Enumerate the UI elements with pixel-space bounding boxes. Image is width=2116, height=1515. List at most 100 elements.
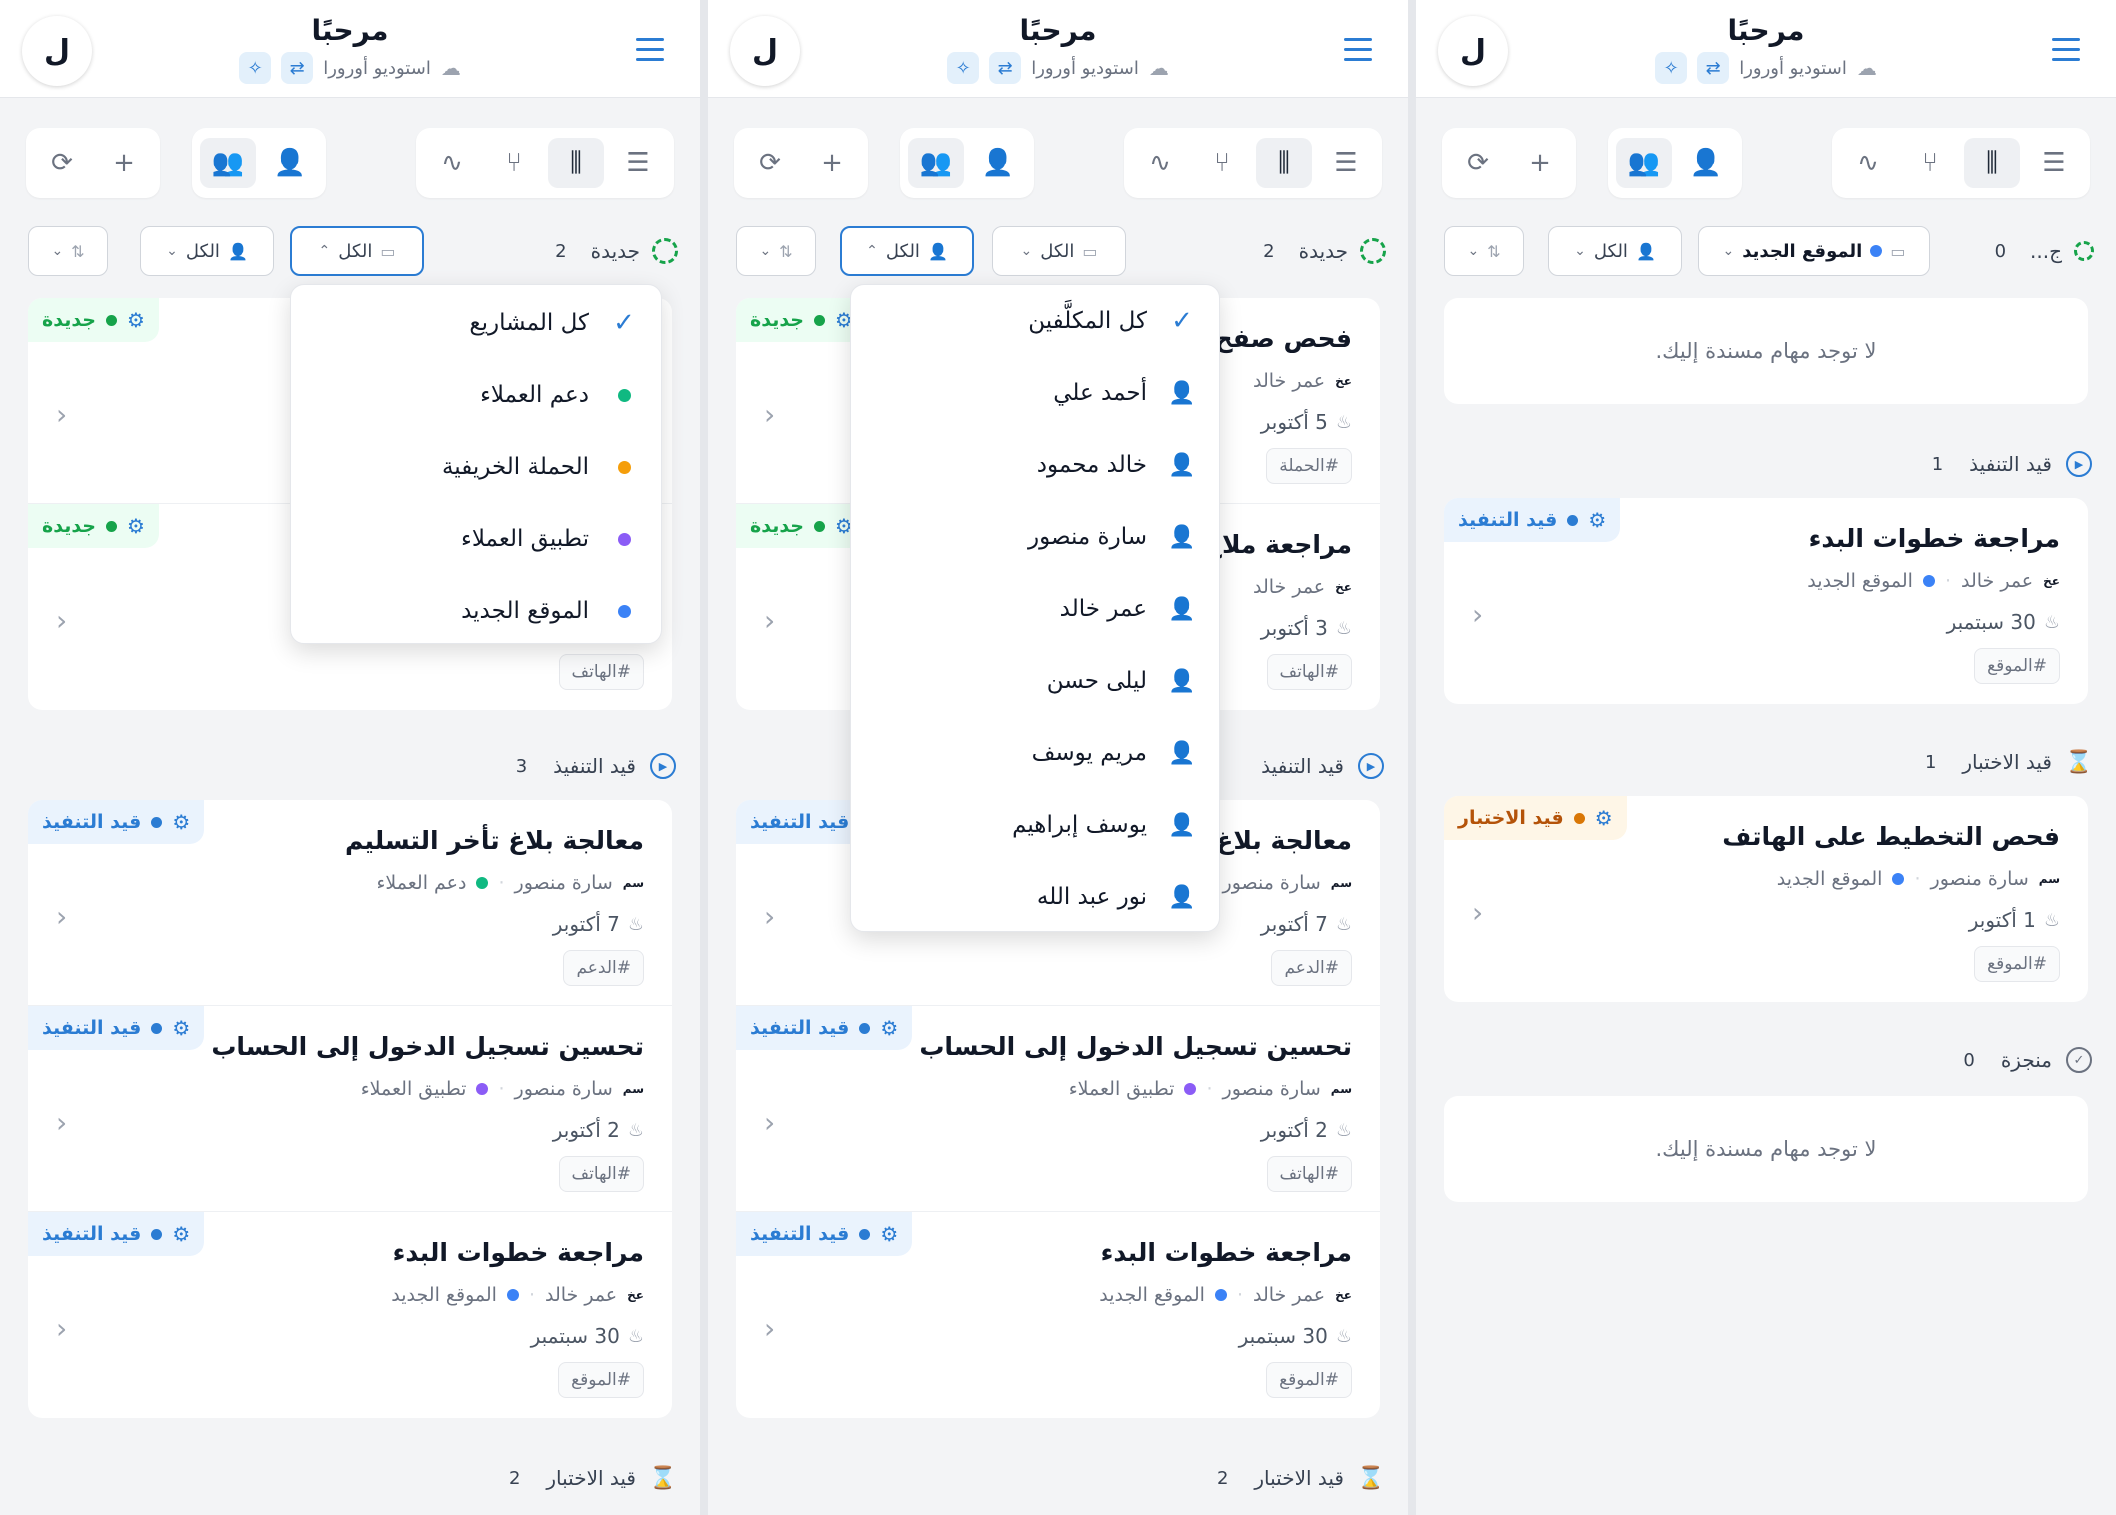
assignee-option[interactable]: 👤 مريم يوسف [851, 717, 1219, 789]
gear-icon[interactable]: ⚙ [1588, 508, 1606, 532]
sparkle-icon[interactable]: ✧ [1655, 52, 1688, 84]
project-option-support[interactable]: دعم العملاء [291, 359, 661, 431]
task-card[interactable]: ⚙ قيد التنفيذ مراجعة خطوات البدء عخ عمر خا… [736, 1212, 1380, 1418]
team-icon[interactable]: 👥 [1616, 138, 1672, 188]
assignee-option[interactable]: 👤 ليلى حسن [851, 645, 1219, 717]
task-meta: سم سارة منصور [1223, 872, 1352, 894]
project-filter[interactable]: ▭ الكل ⌄ [992, 226, 1126, 276]
assignee-filter[interactable]: 👤 الكل ⌃ [840, 226, 974, 276]
chevron-left-icon[interactable]: ‹ [764, 900, 775, 933]
workspace-row: ☁ استوديو أورورا ⇄ ✧ [1416, 52, 2116, 84]
sparkle-icon[interactable]: ✧ [239, 52, 272, 84]
assignee-option[interactable]: 👤 أحمد علي [851, 357, 1219, 429]
gear-icon[interactable]: ⚙ [172, 1016, 190, 1040]
sort-button[interactable]: ⇅ ⌄ [28, 226, 108, 276]
task-card[interactable]: ⚙ قيد التنفيذ مراجعة خطوات البدء عخ عمر خا… [1444, 498, 2088, 704]
gear-icon[interactable]: ⚙ [1595, 806, 1613, 830]
gear-icon[interactable]: ⚙ [880, 1016, 898, 1040]
switch-icon[interactable]: ⇄ [989, 52, 1022, 84]
team-icon[interactable]: 👥 [908, 138, 964, 188]
gear-icon[interactable]: ⚙ [127, 308, 145, 332]
assignee-option-all[interactable]: ✓ كل المكلَّفين [851, 285, 1219, 357]
gear-icon[interactable]: ⚙ [880, 1222, 898, 1246]
assignee-option[interactable]: 👤 نور عبد الله [851, 861, 1219, 933]
empty-state: لا توجد مهام مسندة إليك. [1444, 1096, 2088, 1202]
option-label: سارة منصور [1028, 524, 1147, 550]
branch-icon[interactable]: ⑂ [486, 138, 542, 188]
switch-icon[interactable]: ⇄ [1697, 52, 1730, 84]
status-badge: ⚙ قيد الاختبار [1444, 796, 1627, 840]
user-icon[interactable]: 👤 [262, 138, 318, 188]
task-card[interactable]: ⚙ قيد التنفيذ تحسين تسجيل الدخول إلى الحس… [28, 1006, 672, 1212]
assignee-filter[interactable]: 👤 الكل ⌄ [140, 226, 274, 276]
list-icon[interactable]: ☰ [610, 138, 666, 188]
user-icon[interactable]: 👤 [1678, 138, 1734, 188]
gear-icon[interactable]: ⚙ [172, 810, 190, 834]
team-icon[interactable]: 👥 [200, 138, 256, 188]
chevron-left-icon[interactable]: ‹ [764, 1106, 775, 1139]
project-option-site[interactable]: الموقع الجديد [291, 575, 661, 647]
refresh-icon[interactable]: ⟳ [34, 138, 90, 188]
project-option-autumn[interactable]: الحملة الخريفية [291, 431, 661, 503]
status-badge: ⚙ جديدة [736, 298, 867, 342]
task-tag: #الموقع [1974, 946, 2060, 982]
list-icon[interactable]: ☰ [2026, 138, 2082, 188]
sort-button[interactable]: ⇅ ⌄ [1444, 226, 1524, 276]
add-icon[interactable]: + [804, 138, 860, 188]
chevron-left-icon[interactable]: ‹ [1472, 896, 1483, 929]
board-icon[interactable]: ⫼ [548, 138, 604, 188]
avatar[interactable]: ل [730, 16, 800, 86]
chevron-left-icon[interactable]: ‹ [56, 1312, 67, 1345]
branch-icon[interactable]: ⑂ [1194, 138, 1250, 188]
refresh-icon[interactable]: ⟳ [1450, 138, 1506, 188]
project-name: الموقع الجديد [1099, 1284, 1205, 1306]
branch-icon[interactable]: ⑂ [1902, 138, 1958, 188]
list-icon[interactable]: ☰ [1318, 138, 1374, 188]
project-option-app[interactable]: تطبيق العملاء [291, 503, 661, 575]
board-icon[interactable]: ⫼ [1964, 138, 2020, 188]
task-date: ♨ 7 أكتوبر [553, 912, 644, 936]
task-card[interactable]: ⚙ قيد الاختبار فحص التخطيط على الهاتف سم س… [1444, 796, 2088, 1002]
board-icon[interactable]: ⫼ [1256, 138, 1312, 188]
avatar[interactable]: ل [22, 16, 92, 86]
switch-icon[interactable]: ⇄ [281, 52, 314, 84]
chevron-left-icon[interactable]: ‹ [56, 900, 67, 933]
chevron-left-icon[interactable]: ‹ [56, 1106, 67, 1139]
task-card[interactable]: ⚙ قيد التنفيذ معالجة بلاغ تأخر التسليم سم… [28, 800, 672, 1006]
assignee-option[interactable]: 👤 خالد محمود [851, 429, 1219, 501]
task-card[interactable]: ⚙ قيد التنفيذ مراجعة خطوات البدء عخ عمر خا… [28, 1212, 672, 1418]
avatar[interactable]: ل [1438, 16, 1508, 86]
activity-icon[interactable]: ∿ [424, 138, 480, 188]
add-icon[interactable]: + [1512, 138, 1568, 188]
flame-icon: ♨ [1335, 1325, 1352, 1347]
chevron-left-icon[interactable]: ‹ [56, 398, 67, 431]
refresh-icon[interactable]: ⟳ [742, 138, 798, 188]
activity-icon[interactable]: ∿ [1132, 138, 1188, 188]
gear-icon[interactable]: ⚙ [172, 1222, 190, 1246]
sparkle-icon[interactable]: ✧ [947, 52, 980, 84]
project-filter[interactable]: ▭ الكل ⌃ [290, 226, 424, 276]
project-option-all[interactable]: ✓ كل المشاريع [291, 287, 661, 359]
user-icon[interactable]: 👤 [970, 138, 1026, 188]
sort-button[interactable]: ⇅ ⌄ [736, 226, 816, 276]
section-title: ج... [2030, 239, 2062, 263]
chevron-left-icon[interactable]: ‹ [56, 604, 67, 637]
add-icon[interactable]: + [96, 138, 152, 188]
project-filter[interactable]: ▭ الموقع الجديد ⌄ [1698, 226, 1930, 276]
chevron-left-icon[interactable]: ‹ [1472, 598, 1483, 631]
assignee-option[interactable]: 👤 يوسف إبراهيم [851, 789, 1219, 861]
chevron-left-icon[interactable]: ‹ [764, 1312, 775, 1345]
assignee-initials: سم [622, 876, 644, 890]
new-status-icon [2074, 241, 2094, 261]
task-meta: عخ عمر خالد [1253, 576, 1352, 598]
person-icon: 👤 [1168, 668, 1196, 694]
assignee-option[interactable]: 👤 عمر خالد [851, 573, 1219, 645]
chevron-left-icon[interactable]: ‹ [764, 604, 775, 637]
chevron-left-icon[interactable]: ‹ [764, 398, 775, 431]
activity-icon[interactable]: ∿ [1840, 138, 1896, 188]
task-card[interactable]: ⚙ قيد التنفيذ تحسين تسجيل الدخول إلى الحس… [736, 1006, 1380, 1212]
assignee-filter[interactable]: 👤 الكل ⌄ [1548, 226, 1682, 276]
person-icon: 👤 [927, 241, 948, 261]
assignee-option[interactable]: 👤 سارة منصور [851, 501, 1219, 573]
gear-icon[interactable]: ⚙ [127, 514, 145, 538]
